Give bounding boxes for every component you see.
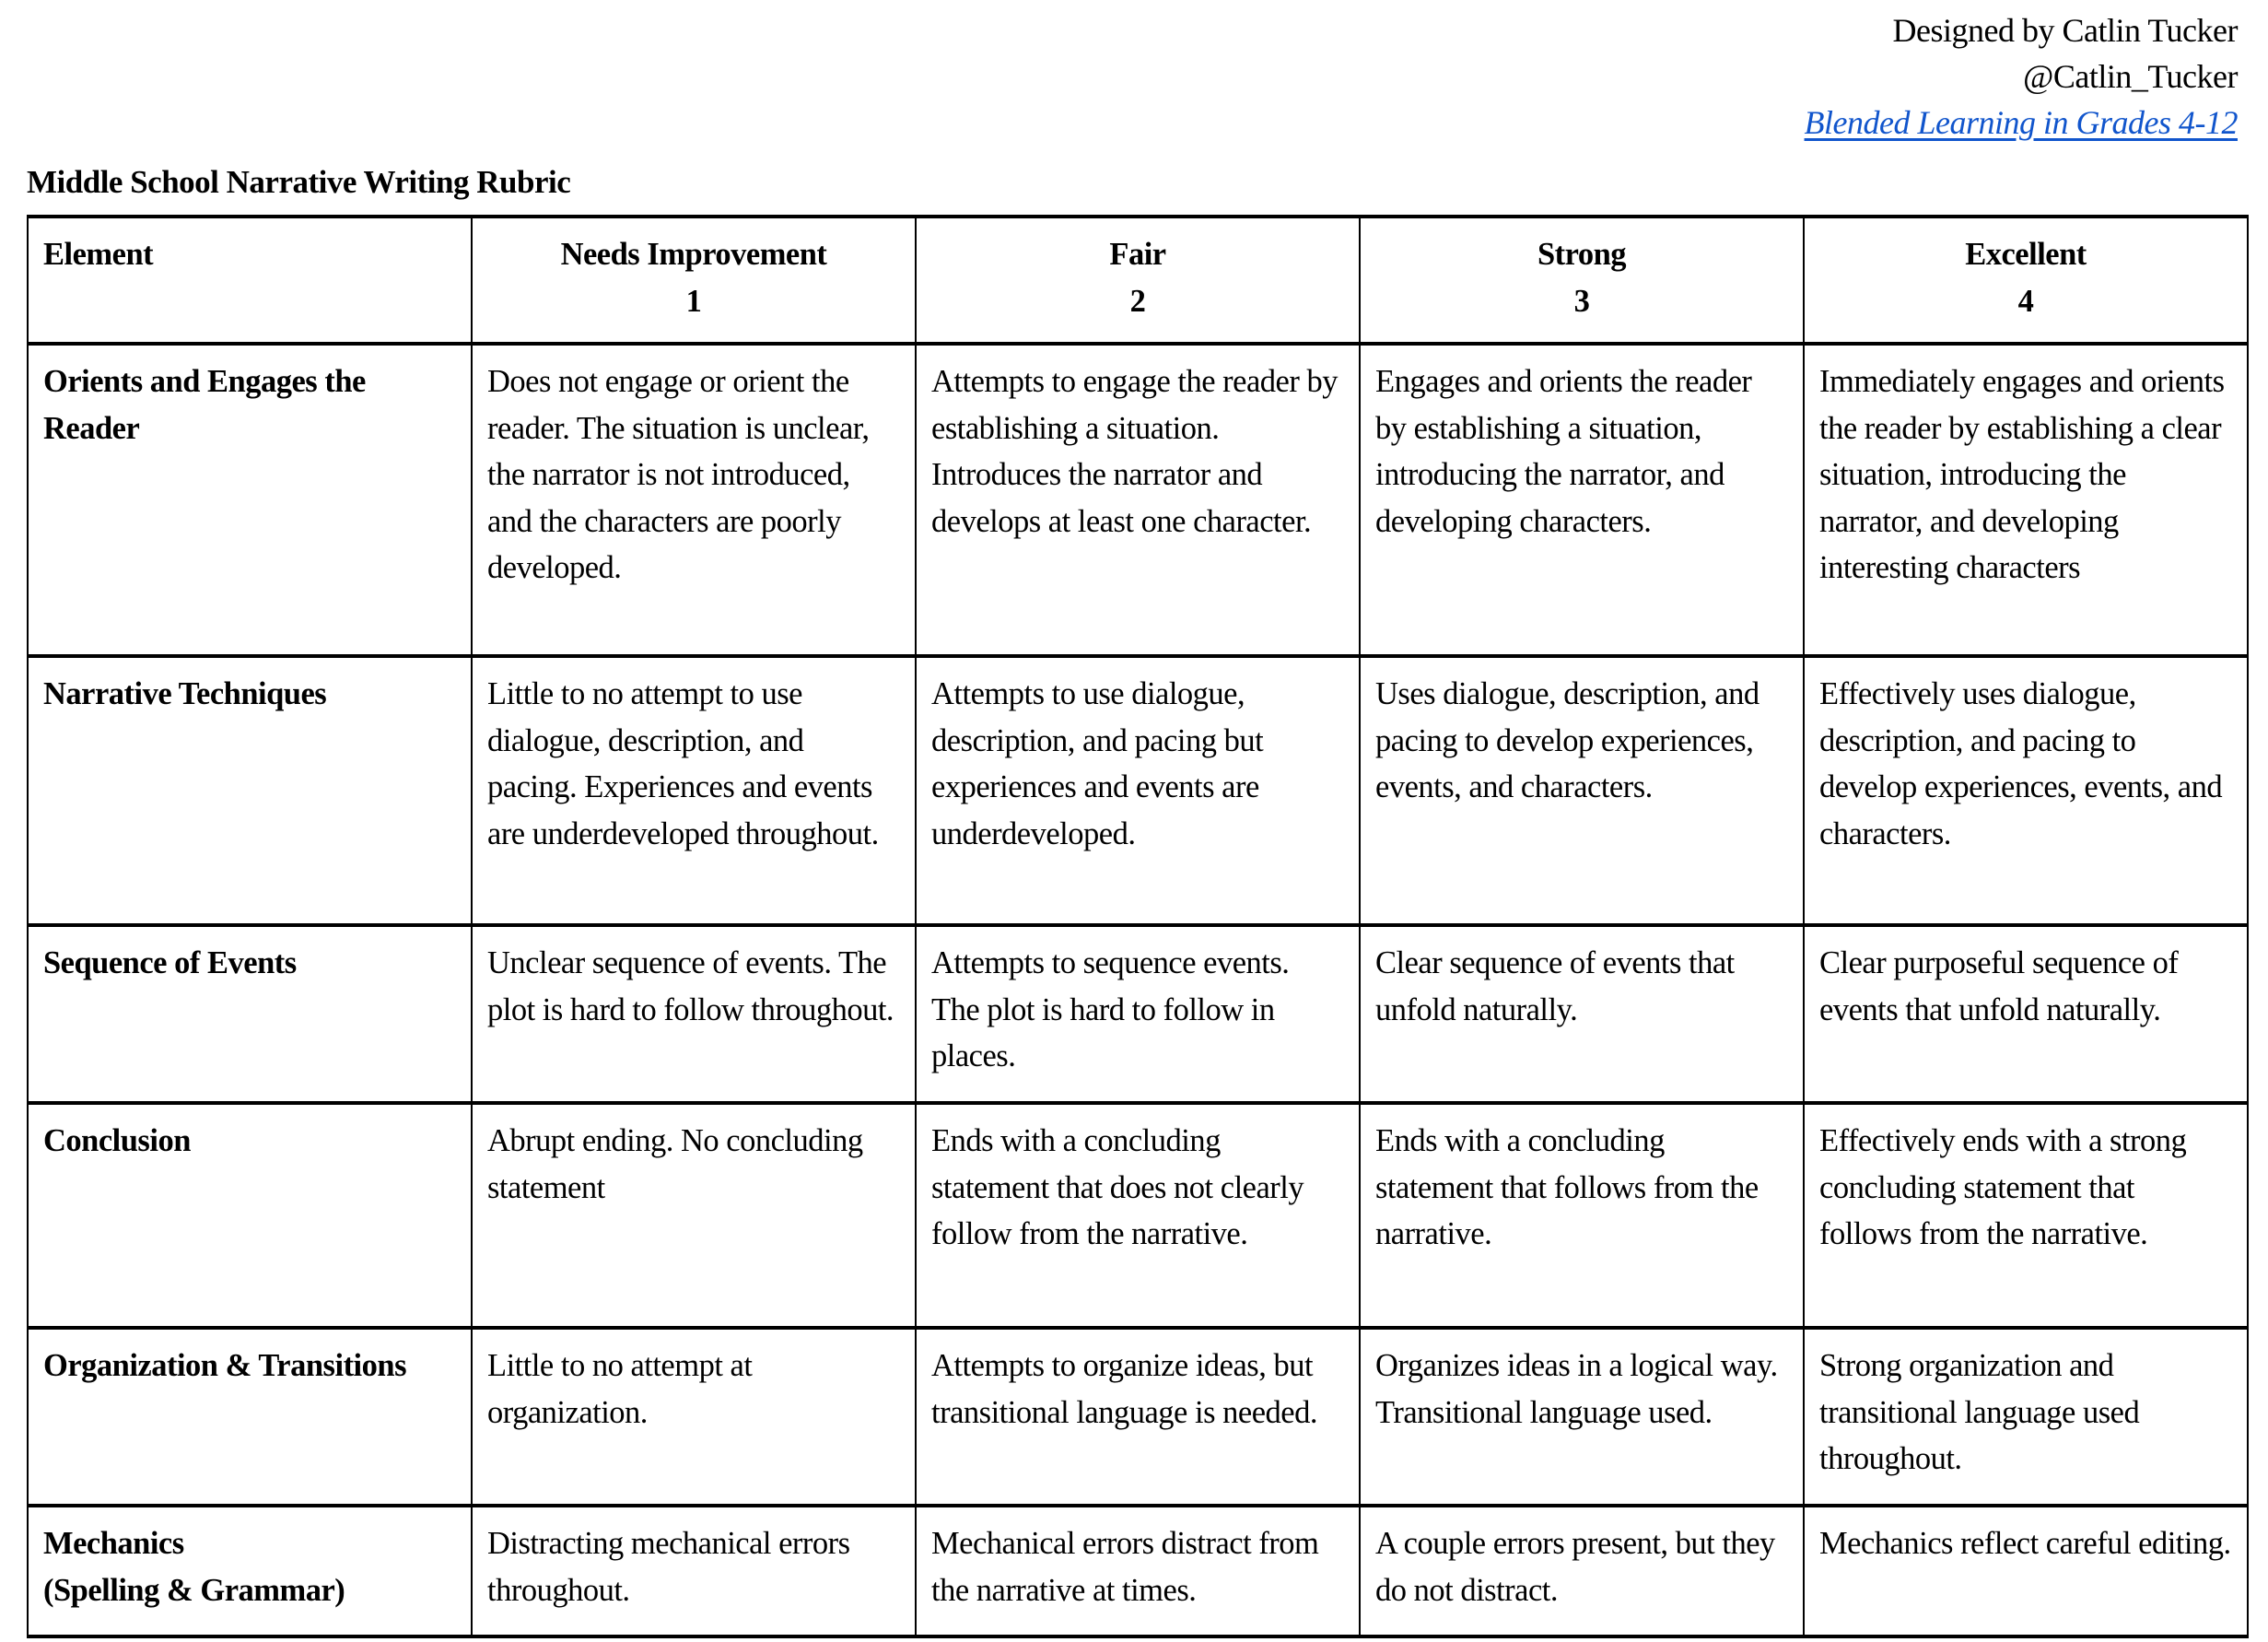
credits-block: Designed by Catlin Tucker @Catlin_Tucker…	[1805, 7, 2239, 146]
column-header-element: Element	[27, 215, 473, 346]
column-header-excellent: Excellent 4	[1803, 215, 2249, 346]
element-cell: Organization & Transitions	[27, 1326, 473, 1507]
criteria-cell: Does not engage or orient the reader. Th…	[471, 342, 917, 658]
column-header-fair: Fair 2	[915, 215, 1361, 346]
criteria-cell: Attempts to organize ideas, but transiti…	[915, 1326, 1361, 1507]
criteria-cell: Attempts to sequence events. The plot is…	[915, 923, 1361, 1105]
rubric-table: Element Needs Improvement 1 Fair 2 Stron…	[27, 215, 2249, 1638]
criteria-cell: Mechanics reflect careful editing.	[1803, 1504, 2249, 1638]
designer-credit: Designed by Catlin Tucker	[1892, 12, 2239, 49]
criteria-cell: A couple errors present, but they do not…	[1359, 1504, 1805, 1638]
criteria-cell: Effectively ends with a strong concludin…	[1803, 1101, 2249, 1330]
criteria-cell: Strong organization and transitional lan…	[1803, 1326, 2249, 1507]
criteria-cell: Uses dialogue, description, and pacing t…	[1359, 654, 1805, 927]
table-row: Narrative Techniques Little to no attemp…	[27, 654, 2249, 927]
table-row: Mechanics (Spelling & Grammar) Distracti…	[27, 1504, 2249, 1638]
table-row: Sequence of Events Unclear sequence of e…	[27, 923, 2249, 1105]
criteria-cell: Mechanical errors distract from the narr…	[915, 1504, 1361, 1638]
criteria-cell: Effectively uses dialogue, description, …	[1803, 654, 2249, 927]
column-header-needs-improvement: Needs Improvement 1	[471, 215, 917, 346]
criteria-cell: Attempts to use dialogue, description, a…	[915, 654, 1361, 927]
criteria-cell: Ends with a concluding statement that do…	[915, 1101, 1361, 1330]
table-row: Conclusion Abrupt ending. No concluding …	[27, 1101, 2249, 1330]
criteria-cell: Abrupt ending. No concluding statement	[471, 1101, 917, 1330]
score-value: 2	[1129, 283, 1146, 319]
criteria-cell: Organizes ideas in a logical way. Transi…	[1359, 1326, 1805, 1507]
criteria-cell: Ends with a concluding statement that fo…	[1359, 1101, 1805, 1330]
element-cell: Sequence of Events	[27, 923, 473, 1105]
criteria-cell: Engages and orients the reader by establ…	[1359, 342, 1805, 658]
criteria-cell: Clear purposeful sequence of events that…	[1803, 923, 2249, 1105]
twitter-handle: @Catlin_Tucker	[2023, 58, 2238, 95]
criteria-cell: Attempts to engage the reader by establi…	[915, 342, 1361, 658]
criteria-cell: Little to no attempt to use dialogue, de…	[471, 654, 917, 927]
criteria-cell: Immediately engages and orients the read…	[1803, 342, 2249, 658]
book-link[interactable]: Blended Learning in Grades 4-12	[1805, 104, 2239, 141]
element-subtitle: (Spelling & Grammar)	[43, 1572, 345, 1608]
header-row: Element Needs Improvement 1 Fair 2 Stron…	[27, 215, 2249, 346]
criteria-cell: Clear sequence of events that unfold nat…	[1359, 923, 1805, 1105]
column-header-strong: Strong 3	[1359, 215, 1805, 346]
table-row: Organization & Transitions Little to no …	[27, 1326, 2249, 1507]
element-cell: Orients and Engages the Reader	[27, 342, 473, 658]
table-row: Orients and Engages the Reader Does not …	[27, 342, 2249, 658]
criteria-cell: Little to no attempt at organization.	[471, 1326, 917, 1507]
rubric-title: Middle School Narrative Writing Rubric	[27, 164, 571, 200]
criteria-cell: Distracting mechanical errors throughout…	[471, 1504, 917, 1638]
score-value: 1	[685, 283, 702, 319]
score-value: 4	[2017, 283, 2034, 319]
score-value: 3	[1573, 283, 1590, 319]
element-cell: Conclusion	[27, 1101, 473, 1330]
criteria-cell: Unclear sequence of events. The plot is …	[471, 923, 917, 1105]
element-cell: Narrative Techniques	[27, 654, 473, 927]
element-cell: Mechanics (Spelling & Grammar)	[27, 1504, 473, 1638]
element-name: Mechanics	[43, 1526, 184, 1561]
